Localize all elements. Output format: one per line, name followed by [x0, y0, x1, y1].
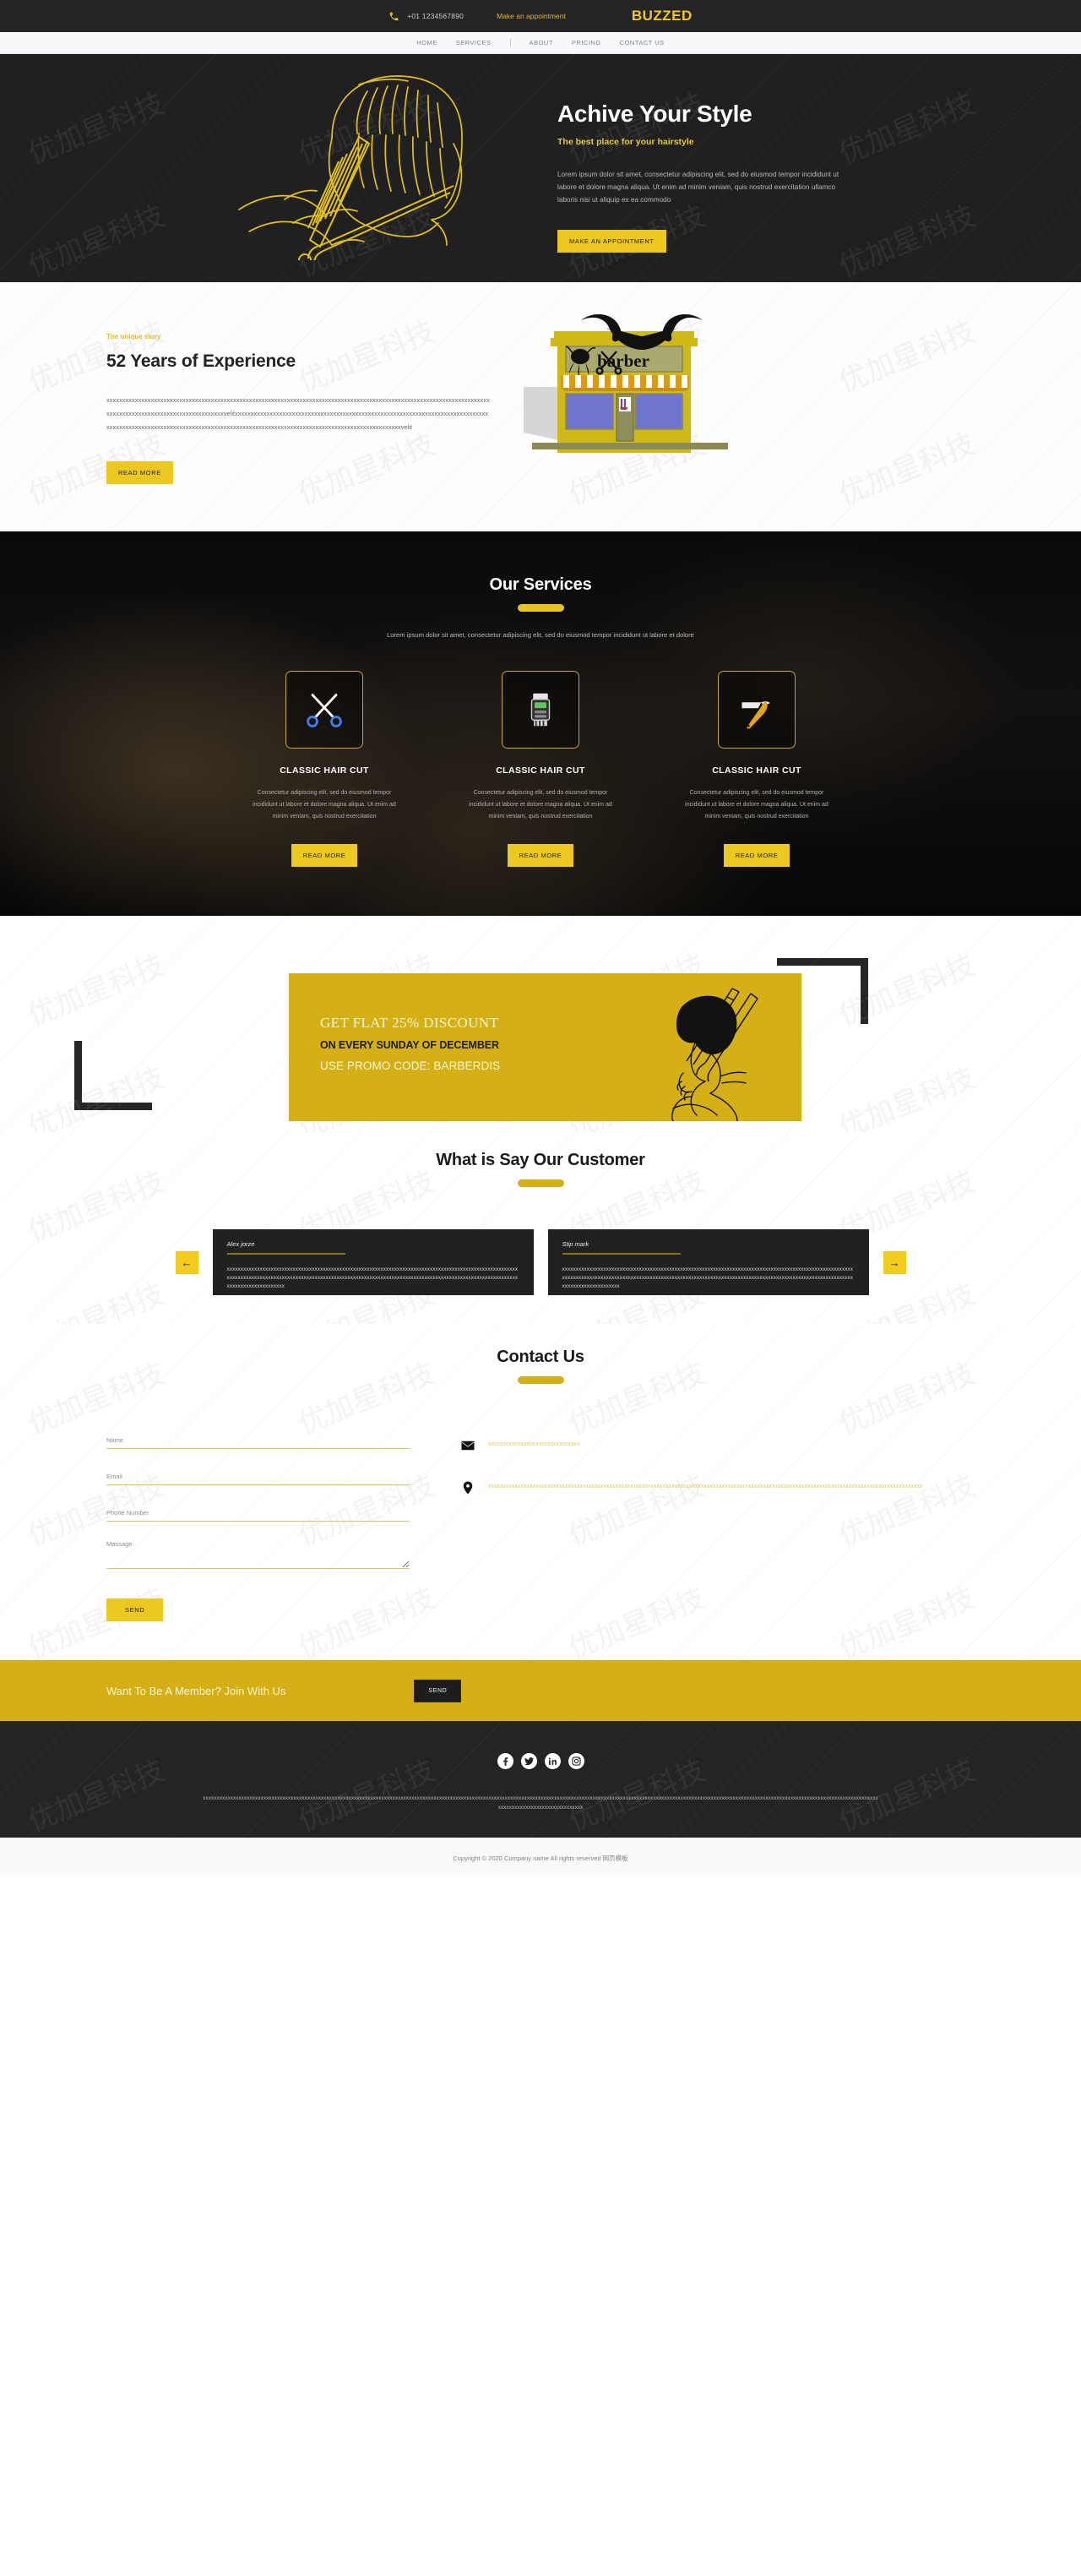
copyright-text: Copyright © 2020.Company name All rights… — [453, 1854, 628, 1862]
discount-subline: ON EVERY SUNDAY OF DECEMBER — [320, 1039, 499, 1052]
service-card-text: Consectetur adipiscing elit, sed do eius… — [253, 790, 396, 820]
footer-section: 优加星科技优加星科技优加星科技优加星科技优加星科技优加星科技优加星科技优加星科技… — [0, 1721, 1081, 1838]
title-underline-bar — [517, 1179, 564, 1188]
about-tagline: The unique story — [106, 333, 161, 340]
discount-headline: GET FLAT 25% DISCOUNT — [320, 1015, 499, 1032]
membership-send-button[interactable]: SEND — [414, 1679, 462, 1702]
testimonial-text: xxxxxxxxxxxxxxxxxxxxxxxxxxxxxxxxxxxxxxxx… — [226, 1266, 519, 1289]
linkedin-icon[interactable] — [544, 1753, 561, 1770]
twitter-icon[interactable] — [520, 1753, 537, 1770]
straight-razor-icon — [718, 671, 796, 749]
barber-shop-illustration: barber — [524, 306, 769, 487]
map-pin-icon — [460, 1480, 475, 1495]
testimonial-next-button[interactable]: → — [883, 1250, 906, 1274]
services-title: Our Services — [489, 575, 592, 595]
testimonial-rule — [226, 1253, 345, 1255]
social-links — [93, 1753, 988, 1770]
testimonial-author: Stip mark — [562, 1240, 589, 1249]
service-card-text: Consectetur adipiscing elit, sed do eius… — [469, 790, 612, 820]
phone-number-input[interactable] — [106, 1509, 410, 1522]
testimonials-title: What is Say Our Customer — [436, 1151, 645, 1170]
envelope-icon — [460, 1438, 475, 1453]
footer-paragraph: xxxxxxxxxxxxxxxxxxxxxxxxxxxxxxxxxxxxxxxx… — [203, 1795, 878, 1811]
membership-cta-section: Want To Be A Member? Join With Us SEND — [0, 1660, 1081, 1722]
nav-item-home[interactable]: HOME — [416, 39, 437, 46]
service-card-title: CLASSIC HAIR CUT — [496, 765, 585, 776]
hero-illustration — [232, 66, 545, 267]
discount-section: 优加星科技优加星科技优加星科技优加星科技优加星科技优加星科技优加星科技优加星科技… — [0, 916, 1081, 1133]
membership-text: Want To Be A Member? Join With Us — [106, 1684, 286, 1697]
hero-paragraph: Lorem ipsum dolor sit amet, consectetur … — [557, 171, 839, 204]
services-section: Our Services Lorem ipsum dolor sit amet,… — [0, 531, 1081, 917]
contact-info-list: xxxxxxxxxxxxxxxxxxxxxxxxxxxxxxx xxxxxxxx… — [410, 1431, 988, 1621]
nav-item-contact-us[interactable]: CONTACT US — [620, 39, 665, 46]
contact-address-text: xxxxxxxxxxxxxxxxxxxxxxxxxxxxxxxxxxxxxxxx… — [488, 1484, 923, 1490]
service-card[interactable]: CLASSIC HAIR CUT Consectetur adipiscing … — [241, 671, 408, 868]
title-underline-bar — [517, 604, 564, 613]
testimonials-section: 优加星科技 优加星科技 优加星科技 优加星科技 优加星科技 优加星科技 优加星科技 优加星科技… — [0, 1132, 1081, 1325]
service-card-title: CLASSIC HAIR CUT — [712, 765, 801, 776]
scissors-icon — [285, 671, 363, 749]
phone-number: +01 1234567890 — [407, 12, 464, 20]
hero-title: Achive Your Style — [557, 101, 752, 127]
main-navigation: HOME SERVICES ABOUT PRICING CONTACT US — [0, 32, 1081, 54]
service-card[interactable]: CLASSIC HAIR CUT Consectetur adipiscing … — [673, 671, 840, 868]
nav-item-services[interactable]: SERVICES — [456, 39, 511, 46]
service-read-more-button[interactable]: READ MORE — [723, 844, 790, 868]
about-section: 优加星科技优加星科技优加星科技优加星科技优加星科技优加星科技优加星科技优加星科技… — [0, 282, 1081, 532]
message-input[interactable] — [106, 1540, 410, 1570]
email-input[interactable] — [106, 1473, 410, 1486]
testimonial-card: Stip mark xxxxxxxxxxxxxxxxxxxxxxxxxxxxxx… — [547, 1229, 869, 1296]
arrow-right-icon: → — [888, 1255, 900, 1269]
discount-promo-code: USE PROMO CODE: BARBERDIS — [320, 1059, 501, 1073]
services-card-list: CLASSIC HAIR CUT Consectetur adipiscing … — [93, 671, 988, 868]
hero-section: 优加星科技优加星科技优加星科技优加星科技优加星科技优加星科技优加星科技优加星科技… — [0, 54, 1081, 282]
contact-info-address: xxxxxxxxxxxxxxxxxxxxxxxxxxxxxxxxxxxxxxxx… — [460, 1480, 988, 1495]
testimonial-rule — [562, 1253, 681, 1255]
testimonial-card: Alex jorze xxxxxxxxxxxxxxxxxxxxxxxxxxxxx… — [212, 1229, 534, 1296]
phone-icon — [388, 11, 399, 22]
contact-info-email: xxxxxxxxxxxxxxxxxxxxxxxxxxxxxxx — [460, 1438, 988, 1453]
testimonial-author: Alex jorze — [226, 1240, 255, 1249]
about-title: 52 Years of Experience — [106, 351, 296, 371]
about-paragraph: xxxxxxxxxxxxxxxxxxxxxxxxxxxxxxxxxxxxxxxx… — [106, 396, 490, 431]
make-an-appointment-button[interactable]: MAKE AN APPOINTMENT — [557, 229, 666, 253]
title-underline-bar — [517, 1376, 564, 1385]
service-read-more-button[interactable]: READ MORE — [291, 844, 358, 868]
instagram-icon[interactable] — [568, 1753, 584, 1770]
services-lead: Lorem ipsum dolor sit amet, consectetur … — [387, 631, 694, 640]
barber-sign-text: barber — [597, 351, 649, 371]
arrow-left-icon: ← — [181, 1255, 193, 1269]
contact-form: SEND — [93, 1431, 410, 1622]
nav-item-pricing[interactable]: PRICING — [572, 39, 601, 46]
service-card-text: Consectetur adipiscing elit, sed do eius… — [685, 790, 828, 820]
discount-illustration — [633, 982, 793, 1122]
contact-send-button[interactable]: SEND — [106, 1598, 164, 1622]
decorative-corner-bottom-left — [74, 1041, 152, 1111]
service-card[interactable]: CLASSIC HAIR CUT Consectetur adipiscing … — [457, 671, 624, 868]
name-input[interactable] — [106, 1436, 410, 1450]
service-read-more-button[interactable]: READ MORE — [507, 844, 574, 868]
top-bar: +01 1234567890 Make an appointment BUZZE… — [0, 0, 1081, 32]
site-logo[interactable]: BUZZED — [632, 8, 693, 25]
testimonial-prev-button[interactable]: ← — [175, 1250, 198, 1274]
contact-section: 优加星科技 优加星科技 优加星科技 优加星科技 优加星科技 优加星科技 优加星科技 优加星科技… — [0, 1324, 1081, 1661]
discount-banner: GET FLAT 25% DISCOUNT ON EVERY SUNDAY OF… — [289, 973, 801, 1122]
contact-email-text: xxxxxxxxxxxxxxxxxxxxxxxxxxxxxxx — [488, 1441, 580, 1448]
hair-clipper-icon — [502, 671, 579, 749]
contact-title: Contact Us — [497, 1348, 584, 1367]
facebook-icon[interactable] — [497, 1753, 513, 1770]
nav-item-about[interactable]: ABOUT — [530, 39, 553, 46]
copyright-bar: Copyright © 2020.Company name All rights… — [0, 1837, 1081, 1876]
hero-subtitle: The best place for your hairstyle — [557, 137, 694, 147]
about-read-more-button[interactable]: READ MORE — [106, 461, 173, 485]
make-appointment-link[interactable]: Make an appointment — [497, 12, 566, 20]
service-card-title: CLASSIC HAIR CUT — [280, 765, 369, 776]
testimonial-text: xxxxxxxxxxxxxxxxxxxxxxxxxxxxxxxxxxxxxxxx… — [562, 1266, 854, 1289]
